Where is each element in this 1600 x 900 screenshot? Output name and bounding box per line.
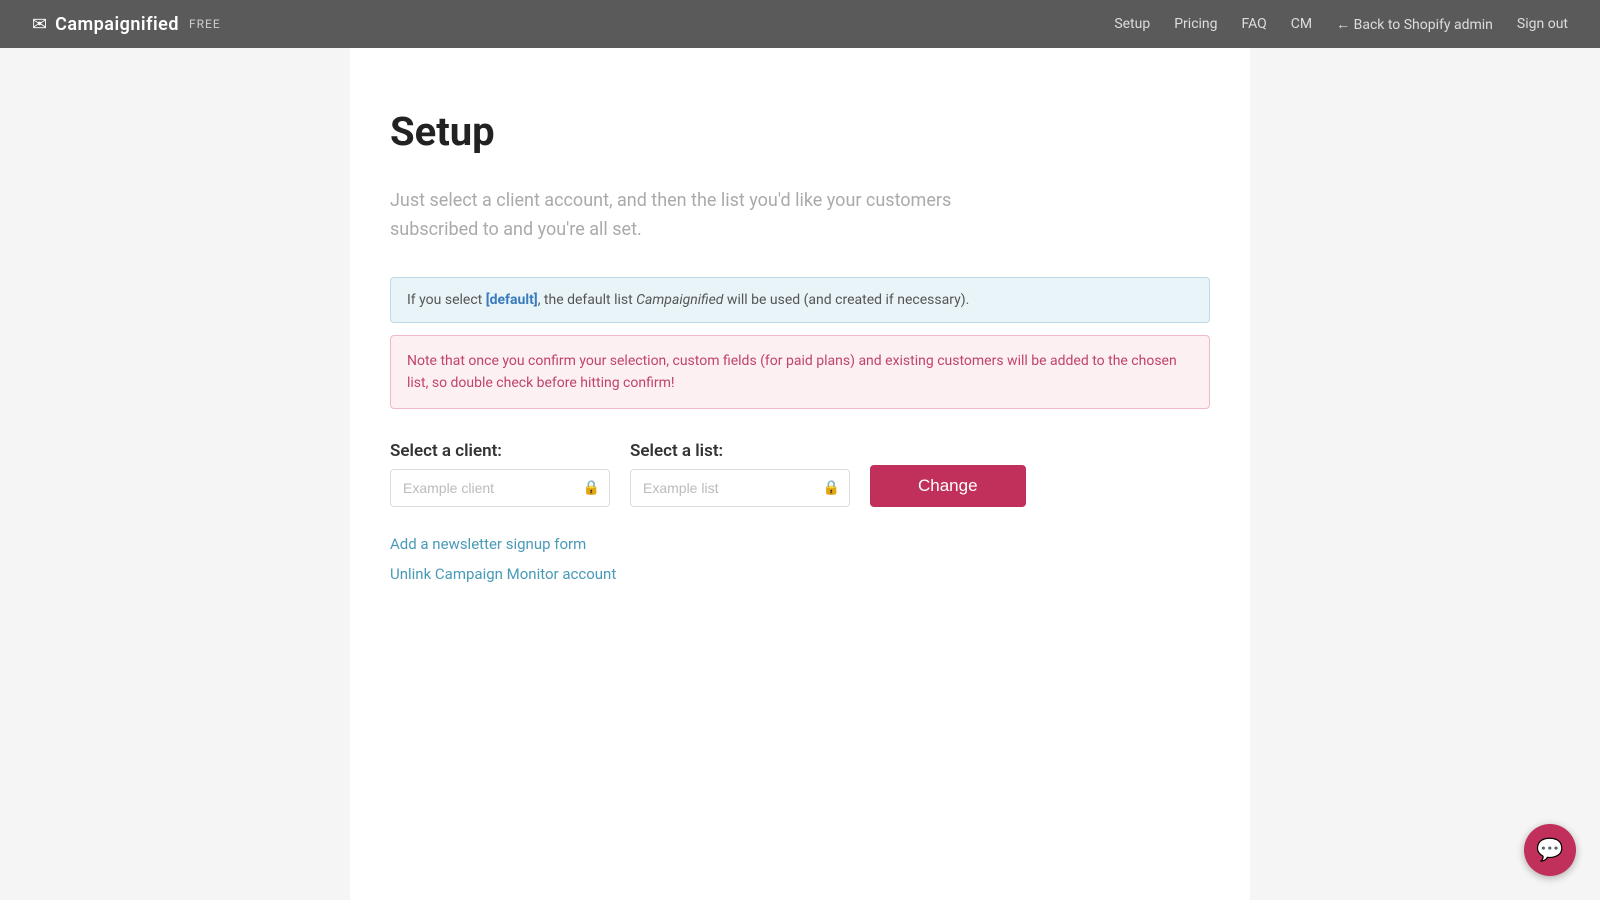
- client-input[interactable]: [390, 469, 610, 507]
- list-input[interactable]: [630, 469, 850, 507]
- list-lock-icon: 🔒: [823, 480, 840, 496]
- alert-info: If you select [default], the default lis…: [390, 277, 1210, 323]
- header: ✉ Campaignified FREE Setup Pricing FAQ C…: [0, 0, 1600, 48]
- form-row: Select a client: 🔒 Select a list: 🔒 Chan…: [390, 441, 1210, 507]
- client-form-group: Select a client: 🔒: [390, 441, 610, 507]
- logo-badge: FREE: [189, 17, 221, 31]
- alert-info-keyword: [default]: [486, 292, 538, 308]
- chat-icon: 💬: [1536, 838, 1563, 863]
- list-input-wrapper: 🔒: [630, 469, 850, 507]
- alert-info-suffix2: will be used (and created if necessary).: [723, 292, 969, 308]
- main-content: Setup Just select a client account, and …: [350, 48, 1250, 900]
- logo-icon: ✉: [32, 14, 47, 35]
- alert-info-suffix: , the default list: [538, 292, 636, 308]
- main-nav: Setup Pricing FAQ CM ← Back to Shopify a…: [1114, 16, 1568, 33]
- unlink-campaign-monitor-link[interactable]: Unlink Campaign Monitor account: [390, 565, 1210, 583]
- client-input-wrapper: 🔒: [390, 469, 610, 507]
- alert-info-prefix: If you select: [407, 292, 486, 308]
- nav-cm[interactable]: CM: [1291, 16, 1312, 32]
- change-button[interactable]: Change: [870, 465, 1026, 507]
- chat-button[interactable]: 💬: [1524, 824, 1576, 876]
- logo-area: ✉ Campaignified FREE: [32, 14, 221, 35]
- add-newsletter-link[interactable]: Add a newsletter signup form: [390, 535, 1210, 553]
- list-form-group: Select a list: 🔒: [630, 441, 850, 507]
- nav-faq[interactable]: FAQ: [1242, 16, 1267, 32]
- list-label: Select a list:: [630, 441, 850, 461]
- alert-warning: Note that once you confirm your selectio…: [390, 335, 1210, 410]
- logo-text: Campaignified: [55, 14, 179, 35]
- page-description: Just select a client account, and then t…: [390, 187, 1030, 245]
- client-lock-icon: 🔒: [583, 480, 600, 496]
- page-title: Setup: [390, 108, 1210, 155]
- client-label: Select a client:: [390, 441, 610, 461]
- nav-setup[interactable]: Setup: [1114, 16, 1150, 32]
- alert-info-brand: Campaignified: [636, 292, 723, 308]
- action-links: Add a newsletter signup form Unlink Camp…: [390, 535, 1210, 583]
- nav-back-to-shopify[interactable]: ← Back to Shopify admin: [1336, 16, 1493, 33]
- nav-sign-out[interactable]: Sign out: [1517, 16, 1568, 32]
- nav-pricing[interactable]: Pricing: [1174, 16, 1217, 32]
